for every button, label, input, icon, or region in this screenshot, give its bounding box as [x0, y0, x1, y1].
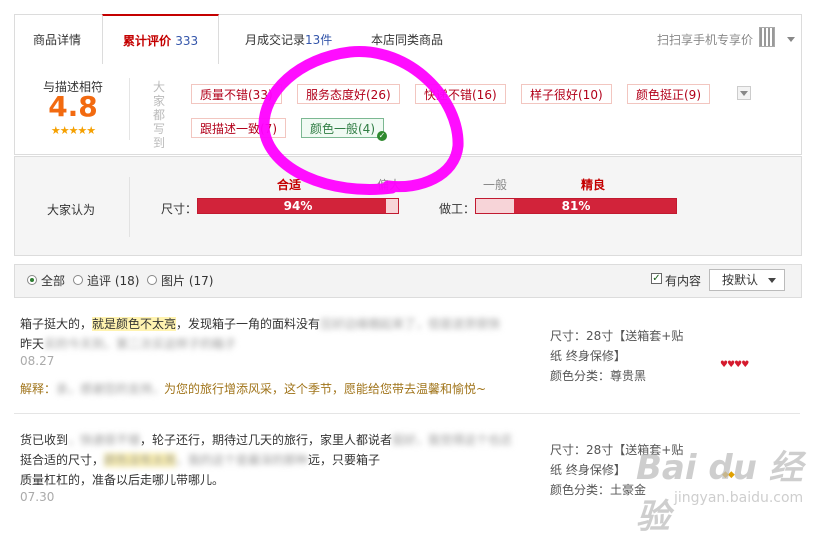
review-date: 07.30: [20, 490, 55, 504]
divider: [129, 177, 130, 237]
review-text-part: 远，只要箱子: [308, 453, 381, 467]
review-text-blurred: ，我的这个是最深的那种: [176, 453, 309, 467]
buyer-level-badge: ◆◆: [722, 470, 735, 480]
review-text-part: 质量杠杠的，准备以后走哪儿带哪儿。: [20, 473, 225, 487]
size-bar-label: 尺寸：: [161, 202, 198, 216]
size-left-label: 合适: [277, 178, 302, 192]
tags-title: 大家都写到: [153, 80, 166, 150]
sort-dropdown[interactable]: 按默认: [709, 269, 785, 291]
craft-bar: 81%: [475, 198, 677, 214]
tab-label: 累计评价: [123, 34, 172, 48]
review-text-part: 箱子挺大的，: [20, 317, 93, 331]
review-text-blurred: ，快递很不错: [68, 433, 141, 447]
has-content-checkbox[interactable]: ✓: [651, 273, 662, 284]
divider: [129, 78, 130, 140]
reply-blurred: 亲，感谢您的支持，: [56, 382, 165, 396]
consensus-panel: 大家认为 尺寸： 合适 偏大 94% 做工： 一般 精良 81%: [14, 156, 802, 256]
sku-size-cont: 纸 终身保修】: [550, 463, 626, 477]
tab-label: 商品详情: [33, 33, 82, 47]
review-filter-bar: 全部 追评 (18) 图片 (17) ✓ 有内容 按默认: [14, 264, 802, 298]
size-bar-value: 94%: [283, 199, 313, 213]
sku-info: 尺寸：28寸【送箱套+贴 纸 终身保修】 颜色分类：尊贵黑: [550, 326, 700, 386]
review-tag[interactable]: 跟描述一致(7): [191, 118, 286, 138]
review-tag[interactable]: 样子很好(10): [521, 84, 612, 104]
scan-mobile-price[interactable]: 扫扫享手机专享价: [657, 15, 753, 65]
reply-text: 为您的旅行增添风采，这个季节，愿能给您带去温馨和愉悦~: [164, 382, 487, 396]
review-tags-panel: 与描述相符 4.8 ★★★★★ 大家都写到 质量不错(33) 服务态度好(26)…: [14, 64, 802, 155]
review-text-blurred: 挺好，我觉得这个也还: [392, 433, 513, 447]
buyer-level-badge: ♥♥♥♥: [720, 360, 749, 370]
sales-count: 13件: [305, 33, 333, 47]
rating-score: 4.8: [48, 90, 98, 123]
review-text-blurred: 买的今天到，第二次买这样子的箱子: [44, 337, 237, 351]
check-icon: ✓: [377, 131, 387, 141]
craft-bar-label: 做工：: [439, 202, 476, 216]
reply-label: 解释：: [20, 382, 57, 396]
sku-color: 颜色分类：尊贵黑: [550, 369, 647, 383]
review-tag[interactable]: 颜色挺正(9): [627, 84, 710, 104]
sku-size-cont: 纸 终身保修】: [550, 349, 626, 363]
filter-images-label[interactable]: 图片 (17): [161, 272, 213, 289]
craft-right-label: 精良: [581, 178, 606, 192]
review-tag[interactable]: 快递不错(16): [415, 84, 506, 104]
sku-color: 颜色分类：土豪金: [550, 483, 647, 497]
review-count: 333: [175, 34, 199, 48]
sku-size: 尺寸：28寸【送箱套+贴: [550, 443, 684, 457]
chevron-down-icon[interactable]: [787, 37, 795, 42]
qr-code-icon[interactable]: [759, 27, 775, 47]
filter-all-label[interactable]: 全部: [41, 272, 65, 289]
review-tag-selected[interactable]: 颜色一般(4) ✓: [301, 118, 387, 141]
review-text-blurred: 压好边缘翘起来了，但是送货很快: [320, 317, 501, 331]
tab-bar: 商品详情 累计评价 333 月成交记录13件 本店同类商品 扫扫享手机专享价: [14, 14, 802, 66]
tab-monthly-sales[interactable]: 月成交记录13件: [245, 15, 332, 65]
review-text-part: ，发现箱子一角的面料没有: [176, 317, 321, 331]
review-highlight: 颜色没有太亮: [104, 453, 177, 467]
size-bar: 94%: [197, 198, 399, 214]
review-tag[interactable]: 质量不错(33): [191, 84, 282, 104]
craft-bar-value: 81%: [561, 199, 591, 213]
review-text-part: 昨天: [20, 337, 45, 351]
sku-info: 尺寸：28寸【送箱套+贴 纸 终身保修】 颜色分类：土豪金: [550, 440, 700, 500]
chevron-down-icon: [768, 278, 776, 283]
review-text-part: ，轮子还行，期待过几天的旅行，家里人都说者: [140, 433, 393, 447]
size-right-label: 偏大: [377, 178, 402, 192]
tab-label: 月成交记录: [245, 33, 306, 47]
review-text-part: 货已收到: [20, 433, 69, 447]
review-text: 箱子挺大的，就是颜色不太亮，发现箱子一角的面料没有压好边缘翘起来了，但是送货很快…: [20, 314, 520, 354]
review-text-part: 挺合适的尺寸，: [20, 453, 105, 467]
review-item: 货已收到，快递很不错，轮子还行，期待过几天的旅行，家里人都说者挺好，我觉得这个也…: [14, 414, 800, 524]
tab-similar-products[interactable]: 本店同类商品: [371, 15, 443, 65]
radio-images[interactable]: [147, 275, 157, 285]
seller-reply: 解释：亲，感谢您的支持，为您的旅行增添风采，这个季节，愿能给您带去温馨和愉悦~: [20, 380, 486, 397]
consensus-title: 大家认为: [47, 203, 96, 217]
scan-text: 扫扫享手机专享价: [657, 33, 754, 47]
tab-label: 本店同类商品: [371, 33, 444, 47]
tag-label: 颜色一般(4): [310, 122, 375, 136]
review-date: 08.27: [20, 354, 55, 368]
sku-size: 尺寸：28寸【送箱套+贴: [550, 329, 684, 343]
tab-product-details[interactable]: 商品详情: [33, 15, 81, 65]
review-highlight: 就是颜色不太亮: [92, 317, 177, 331]
craft-left-label: 一般: [483, 178, 508, 192]
radio-all[interactable]: [27, 275, 37, 285]
has-content-label[interactable]: 有内容: [665, 272, 701, 289]
tab-reviews[interactable]: 累计评价 333: [102, 14, 220, 64]
filter-followup-label[interactable]: 追评 (18): [87, 272, 139, 289]
review-text: 货已收到，快递很不错，轮子还行，期待过几天的旅行，家里人都说者挺好，我觉得这个也…: [20, 430, 520, 490]
review-item: 箱子挺大的，就是颜色不太亮，发现箱子一角的面料没有压好边缘翘起来了，但是送货很快…: [14, 304, 800, 414]
rating-stars: ★★★★★: [50, 124, 96, 137]
expand-tags-icon[interactable]: [737, 86, 751, 100]
sort-label: 按默认: [722, 273, 759, 287]
radio-followup[interactable]: [73, 275, 83, 285]
review-tag[interactable]: 服务态度好(26): [297, 84, 400, 104]
